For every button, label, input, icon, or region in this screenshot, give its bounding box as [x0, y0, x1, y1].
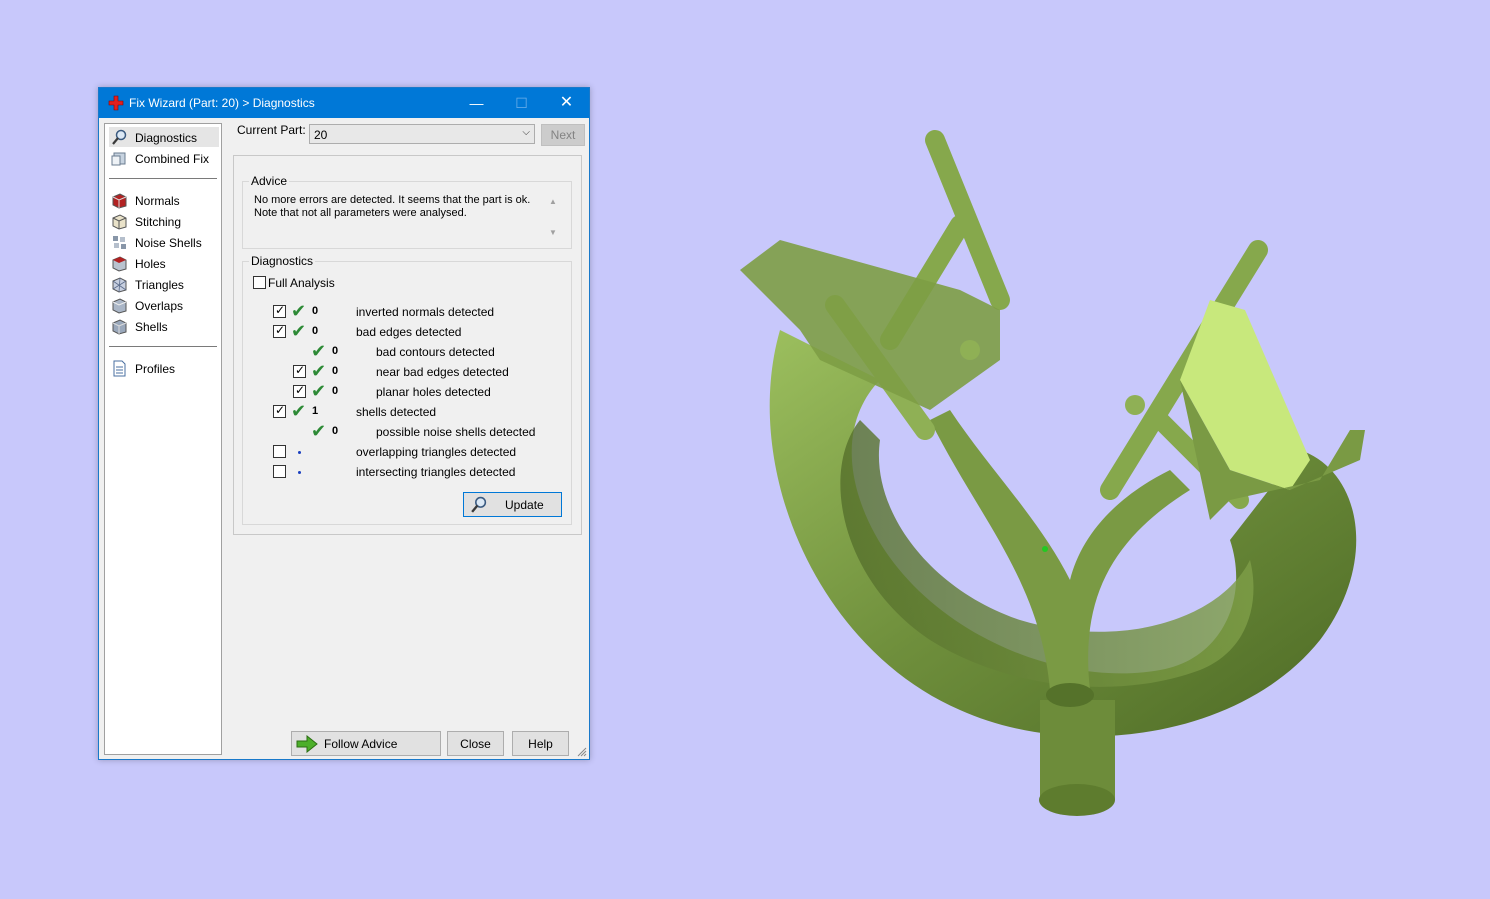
check-icon: ✔: [291, 401, 307, 421]
nav-label: Stitching: [135, 215, 182, 229]
holes-icon: [112, 256, 127, 272]
advice-line-1: No more errors are detected. It seems th…: [254, 194, 531, 206]
close-window-button[interactable]: ✕: [544, 88, 589, 118]
pending-dot-icon: [298, 471, 301, 474]
triangles-icon: [112, 277, 127, 293]
intersecting-label: intersecting triangles detected: [356, 465, 516, 479]
planar-holes-count: 0: [332, 385, 339, 397]
noise-shells-count: 0: [332, 425, 339, 437]
advice-text: No more errors are detected. It seems th…: [254, 194, 539, 220]
shells-checkbox[interactable]: ✓: [273, 403, 286, 418]
close-button[interactable]: Close: [447, 731, 504, 756]
bad-edges-label: bad edges detected: [356, 325, 462, 339]
update-button[interactable]: Update: [463, 492, 562, 517]
nav-divider: [109, 346, 217, 347]
nav-item-stitching[interactable]: Stitching: [109, 211, 219, 231]
chevron-down-icon: ⌵: [522, 127, 530, 138]
full-analysis-label: Full Analysis: [268, 276, 335, 290]
planar-holes-label: planar holes detected: [376, 385, 491, 399]
stitching-icon: [112, 214, 127, 230]
help-button[interactable]: Help: [512, 731, 569, 756]
check-icon: ✔: [311, 341, 327, 361]
wizard-nav: Diagnostics Combined Fix Normals Stitchi…: [104, 123, 222, 755]
scroll-down-icon[interactable]: ▼: [549, 228, 557, 237]
scroll-up-icon[interactable]: ▲: [549, 197, 557, 206]
current-part-value: 20: [314, 128, 328, 142]
help-label: Help: [528, 737, 553, 751]
normals-icon: [112, 193, 127, 209]
planar-holes-checkbox[interactable]: ✓: [293, 383, 306, 398]
window-title: Fix Wizard (Part: 20) > Diagnostics: [129, 96, 315, 110]
follow-advice-label: Follow Advice: [324, 737, 398, 751]
check-icon: ✔: [311, 361, 327, 381]
bad-edges-checkbox[interactable]: ✓: [273, 323, 286, 338]
advice-heading: Advice: [249, 174, 290, 188]
nav-item-triangles[interactable]: Triangles: [109, 274, 219, 294]
intersecting-checkbox[interactable]: [273, 465, 286, 478]
shells-count: 1: [312, 405, 319, 417]
nav-label: Profiles: [135, 362, 176, 376]
title-bar[interactable]: Fix Wizard (Part: 20) > Diagnostics — ☐ …: [99, 88, 589, 118]
check-icon: ✔: [291, 321, 307, 341]
advice-line-2: Note that not all parameters were analys…: [254, 207, 467, 219]
maximize-button[interactable]: ☐: [499, 88, 544, 118]
current-part-label: Current Part:: [237, 123, 306, 137]
shells-label: shells detected: [356, 405, 437, 419]
nav-item-combined-fix[interactable]: Combined Fix: [109, 148, 219, 168]
noise-shells-icon: [113, 236, 126, 249]
update-label: Update: [505, 498, 544, 512]
nav-item-profiles[interactable]: Profiles: [109, 358, 219, 378]
check-icon: ✔: [311, 421, 327, 441]
nav-item-diagnostics[interactable]: Diagnostics: [109, 127, 219, 147]
combined-fix-icon: [111, 152, 126, 166]
nav-label: Holes: [135, 257, 166, 271]
nav-label: Noise Shells: [135, 236, 202, 250]
diagnostics-heading: Diagnostics: [249, 254, 316, 268]
current-part-select[interactable]: 20 ⌵: [309, 124, 535, 144]
nav-item-noise-shells[interactable]: Noise Shells: [109, 232, 219, 252]
minimize-button[interactable]: —: [454, 88, 499, 118]
inverted-normals-count: 0: [312, 305, 319, 317]
nav-label: Shells: [135, 320, 168, 334]
overlaps-icon: [112, 298, 127, 314]
nav-label: Overlaps: [135, 299, 184, 313]
inverted-normals-checkbox[interactable]: ✓: [273, 303, 286, 318]
next-button[interactable]: Next: [541, 124, 585, 146]
shells-icon: [112, 319, 127, 335]
bad-contours-label: bad contours detected: [376, 345, 495, 359]
nav-item-holes[interactable]: Holes: [109, 253, 219, 273]
bad-edges-count: 0: [312, 325, 319, 337]
arrow-right-icon: [296, 735, 318, 753]
follow-advice-button[interactable]: Follow Advice: [291, 731, 441, 756]
medical-cross-icon: [108, 95, 124, 111]
nav-label: Diagnostics: [135, 131, 198, 145]
overlapping-label: overlapping triangles detected: [356, 445, 517, 459]
nav-divider: [109, 178, 217, 179]
noise-shells-label: possible noise shells detected: [376, 425, 536, 439]
full-analysis-checkbox[interactable]: [253, 276, 266, 289]
close-label: Close: [460, 737, 491, 751]
nav-item-shells[interactable]: Shells: [109, 316, 219, 336]
ring-model[interactable]: [700, 100, 1400, 830]
inverted-normals-label: inverted normals detected: [356, 305, 495, 319]
resize-grip-icon[interactable]: [577, 747, 587, 757]
bad-contours-count: 0: [332, 345, 339, 357]
nav-label: Combined Fix: [135, 152, 210, 166]
nav-label: Triangles: [135, 278, 184, 292]
near-bad-edges-checkbox[interactable]: ✓: [293, 363, 306, 378]
nav-label: Normals: [135, 194, 180, 208]
profiles-icon: [113, 360, 126, 377]
check-icon: ✔: [311, 381, 327, 401]
nav-item-overlaps[interactable]: Overlaps: [109, 295, 219, 315]
nav-item-normals[interactable]: Normals: [109, 190, 219, 210]
check-icon: ✔: [291, 301, 307, 321]
fix-wizard-window: Fix Wizard (Part: 20) > Diagnostics — ☐ …: [98, 87, 590, 760]
near-bad-edges-label: near bad edges detected: [376, 365, 509, 379]
overlapping-checkbox[interactable]: [273, 445, 286, 458]
pending-dot-icon: [298, 451, 301, 454]
magnifier-icon: [471, 496, 487, 513]
near-bad-edges-count: 0: [332, 365, 339, 377]
magnifier-icon: [112, 129, 127, 145]
